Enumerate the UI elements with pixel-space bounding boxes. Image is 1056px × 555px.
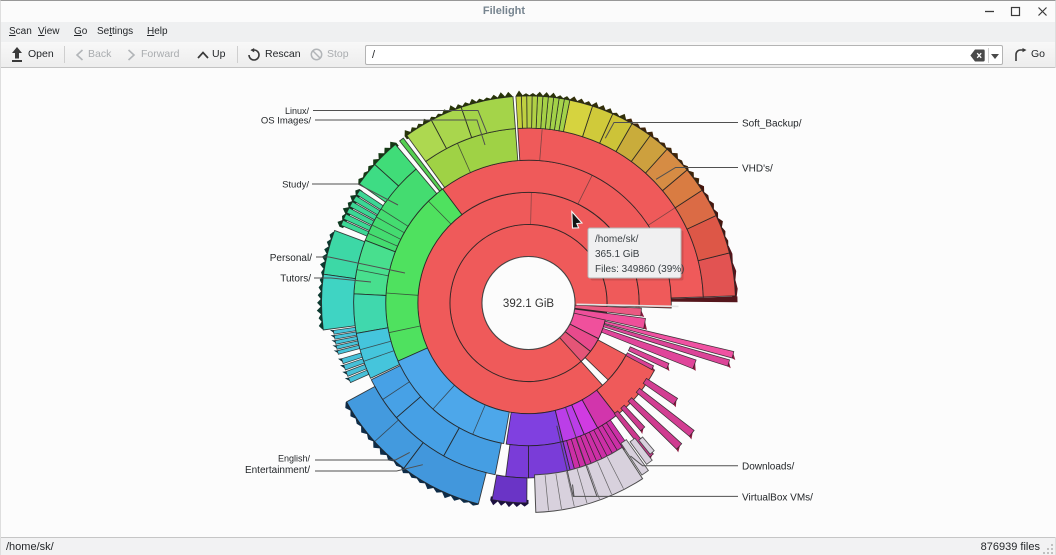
- svg-text:/home/sk/: /home/sk/: [595, 234, 639, 245]
- svg-text:OS Images/: OS Images/: [261, 116, 312, 127]
- svg-text:Personal/: Personal/: [270, 253, 312, 264]
- svg-text:Linux/: Linux/: [285, 106, 310, 116]
- svg-text:365.1 GiB: 365.1 GiB: [595, 249, 640, 260]
- svg-text:English/: English/: [278, 454, 311, 464]
- svg-text:Files: 349860 (39%): Files: 349860 (39%): [595, 264, 685, 275]
- svg-text:Downloads/: Downloads/: [742, 462, 794, 473]
- svg-text:Soft_Backup/: Soft_Backup/: [742, 119, 802, 130]
- svg-text:392.1 GiB: 392.1 GiB: [503, 298, 554, 310]
- svg-text:Entertainment/: Entertainment/: [245, 465, 310, 476]
- svg-text:VirtualBox VMs/: VirtualBox VMs/: [742, 493, 813, 504]
- svg-text:VHD's/: VHD's/: [742, 164, 773, 175]
- svg-text:Study/: Study/: [282, 180, 309, 191]
- svg-text:Tutors/: Tutors/: [280, 274, 311, 285]
